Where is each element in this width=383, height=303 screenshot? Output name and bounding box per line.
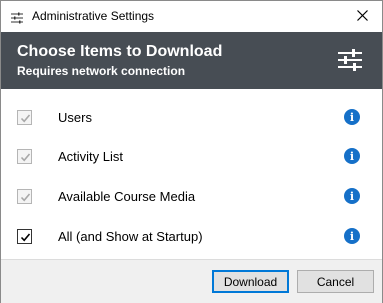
item-label: Activity List xyxy=(58,149,124,164)
activity-list-checkbox[interactable] xyxy=(17,149,32,164)
info-icon[interactable]: i xyxy=(344,148,360,164)
download-items-list: Users i Activity List i Available Course… xyxy=(1,89,382,259)
cancel-button[interactable]: Cancel xyxy=(297,270,374,293)
list-item-users: Users i xyxy=(1,104,382,130)
checkmark-icon xyxy=(20,193,31,202)
info-icon[interactable]: i xyxy=(344,228,360,244)
close-button[interactable] xyxy=(342,1,382,32)
item-label: All (and Show at Startup) xyxy=(58,229,203,244)
users-checkbox[interactable] xyxy=(17,110,32,125)
checkmark-icon xyxy=(20,233,31,242)
settings-window: Administrative Settings Choose Items to … xyxy=(0,0,383,303)
window-title: Administrative Settings xyxy=(32,9,155,23)
settings-sliders-icon xyxy=(338,49,362,71)
dialog-header: Choose Items to Download Requires networ… xyxy=(1,32,382,89)
checkmark-icon xyxy=(20,153,31,162)
course-media-checkbox[interactable] xyxy=(17,189,32,204)
close-icon xyxy=(356,8,368,26)
list-item-all: All (and Show at Startup) i xyxy=(1,223,382,249)
info-icon[interactable]: i xyxy=(344,109,360,125)
all-checkbox[interactable] xyxy=(17,229,32,244)
item-label: Users xyxy=(58,110,92,125)
list-item-course-media: Available Course Media i xyxy=(1,183,382,209)
item-label: Available Course Media xyxy=(58,189,196,204)
download-button[interactable]: Download xyxy=(212,270,289,293)
page-title: Choose Items to Download xyxy=(17,43,223,60)
info-icon[interactable]: i xyxy=(344,188,360,204)
dialog-footer: Download Cancel xyxy=(1,259,382,303)
settings-sliders-icon xyxy=(11,11,23,24)
title-bar: Administrative Settings xyxy=(1,1,382,32)
checkmark-icon xyxy=(20,114,31,123)
list-item-activity-list: Activity List i xyxy=(1,143,382,169)
page-subtitle: Requires network connection xyxy=(17,64,186,78)
